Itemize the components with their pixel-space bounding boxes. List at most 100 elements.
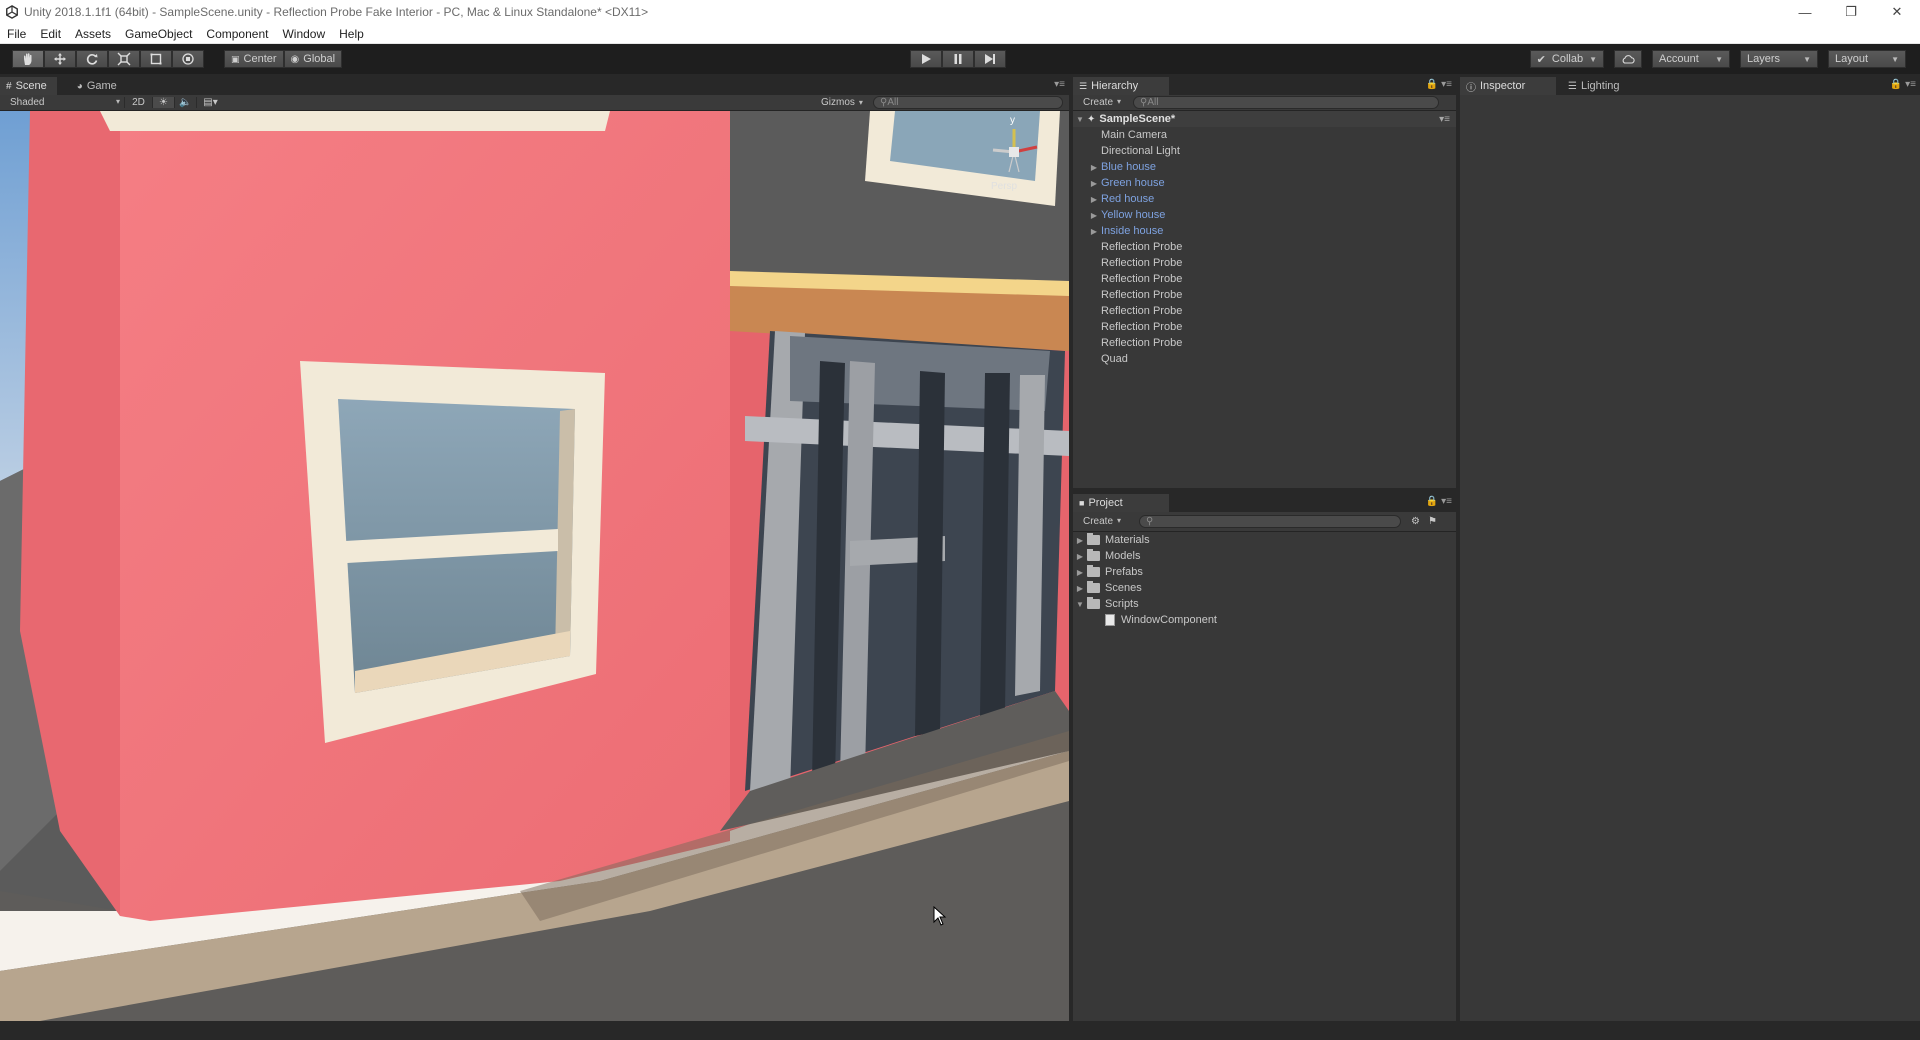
expand-arrow-icon[interactable]: ▼ bbox=[1073, 600, 1087, 609]
gizmos-dropdown[interactable]: Gizmos ▾ bbox=[821, 97, 873, 108]
shading-label: Shaded bbox=[10, 97, 45, 108]
scene-root-row[interactable]: ▼ ✦ SampleScene* ▾≡ bbox=[1073, 111, 1456, 127]
rect-tool-icon[interactable] bbox=[140, 50, 172, 68]
menu-window[interactable]: Window bbox=[275, 27, 332, 41]
scene-search-input[interactable]: ⚲ All bbox=[873, 96, 1063, 109]
pivot-center-button[interactable]: ▣ Center bbox=[224, 50, 284, 68]
orientation-gizmo[interactable]: y Persp bbox=[979, 115, 1049, 197]
cloud-icon bbox=[1622, 54, 1635, 64]
audio-toggle-icon[interactable]: 🔈 bbox=[174, 97, 196, 108]
hierarchy-item[interactable]: Reflection Probe bbox=[1073, 319, 1456, 335]
persp-label[interactable]: Persp bbox=[991, 181, 1017, 192]
project-folder-row[interactable]: ▶ Materials bbox=[1073, 532, 1456, 548]
lighting-icon: ☰ bbox=[1568, 80, 1577, 92]
scene-viewport[interactable]: y Persp bbox=[0, 111, 1069, 1021]
layers-dropdown[interactable]: Layers ▼ bbox=[1740, 50, 1818, 68]
hierarchy-item[interactable]: Main Camera bbox=[1073, 127, 1456, 143]
hierarchy-item[interactable]: Directional Light bbox=[1073, 143, 1456, 159]
minimize-icon[interactable]: — bbox=[1782, 0, 1828, 24]
shading-dropdown[interactable]: Shaded ▾ bbox=[0, 97, 124, 108]
expand-arrow-icon[interactable]: ▶ bbox=[1087, 227, 1101, 236]
move-tool-icon[interactable] bbox=[44, 50, 76, 68]
hierarchy-item[interactable]: Quad bbox=[1073, 351, 1456, 367]
layout-dropdown[interactable]: Layout ▼ bbox=[1828, 50, 1906, 68]
hierarchy-search-input[interactable]: ⚲ All bbox=[1133, 96, 1439, 109]
pivot-global-button[interactable]: ◉ Global bbox=[283, 50, 343, 68]
tab-game[interactable]: ◕ Game bbox=[71, 77, 127, 95]
expand-arrow-icon[interactable]: ▶ bbox=[1073, 568, 1087, 577]
hierarchy-item[interactable]: Reflection Probe bbox=[1073, 287, 1456, 303]
hierarchy-item[interactable]: Reflection Probe bbox=[1073, 303, 1456, 319]
hierarchy-item[interactable]: Reflection Probe bbox=[1073, 335, 1456, 351]
project-list: ▶ Materials ▶ Models ▶ Prefabs ▶ Scenes ▼ Scripts… bbox=[1073, 532, 1456, 628]
close-icon[interactable]: ✕ bbox=[1874, 0, 1920, 24]
menu-assets[interactable]: Assets bbox=[68, 27, 118, 41]
hierarchy-item[interactable]: ▶ Yellow house bbox=[1073, 207, 1456, 223]
search-icon: ⚲ bbox=[880, 97, 888, 108]
panel-menu-icon[interactable]: 🔒 ▾≡ bbox=[1426, 79, 1452, 90]
tab-hierarchy[interactable]: ☰ Hierarchy bbox=[1073, 77, 1169, 95]
menu-file[interactable]: File bbox=[0, 27, 33, 41]
transform-tool-icon[interactable] bbox=[172, 50, 204, 68]
panel-menu-icon[interactable]: ▾≡ bbox=[1054, 79, 1065, 90]
search-icon: ⚲ bbox=[1140, 97, 1148, 108]
tab-inspector[interactable]: ⓘ Inspector bbox=[1460, 77, 1556, 95]
play-button[interactable] bbox=[910, 50, 942, 68]
filter-by-type-icon[interactable]: ⚙ bbox=[1411, 516, 1420, 527]
hierarchy-item[interactable]: ▶ Inside house bbox=[1073, 223, 1456, 239]
expand-arrow-icon[interactable]: ▶ bbox=[1073, 536, 1087, 545]
project-create-dropdown[interactable]: Create ▾ bbox=[1073, 516, 1139, 527]
inspector-panel: ⓘ Inspector ☰ Lighting 🔒 ▾≡ bbox=[1460, 75, 1920, 1021]
project-folder-row[interactable]: ▶ Prefabs bbox=[1073, 564, 1456, 580]
expand-arrow-icon[interactable]: ▶ bbox=[1073, 584, 1087, 593]
expand-arrow-icon[interactable]: ▶ bbox=[1087, 211, 1101, 220]
scene-menu-icon[interactable]: ▾≡ bbox=[1439, 114, 1450, 125]
account-dropdown[interactable]: Account ▼ bbox=[1652, 50, 1730, 68]
cloud-button[interactable] bbox=[1614, 50, 1642, 68]
caret-down-icon: ▾ bbox=[1117, 516, 1122, 525]
hierarchy-item[interactable]: ▶ Red house bbox=[1073, 191, 1456, 207]
account-label: Account bbox=[1659, 53, 1699, 65]
effects-dropdown-icon[interactable]: ▤▾ bbox=[196, 97, 224, 108]
hierarchy-item[interactable]: Reflection Probe bbox=[1073, 239, 1456, 255]
project-search-input[interactable]: ⚲ bbox=[1139, 515, 1401, 528]
rotate-tool-icon[interactable] bbox=[76, 50, 108, 68]
hierarchy-item[interactable]: Reflection Probe bbox=[1073, 255, 1456, 271]
scene-panel: # Scene ◕ Game ▾≡ Shaded ▾ 2D ☀ 🔈 ▤▾ Giz… bbox=[0, 75, 1069, 1021]
hierarchy-item[interactable]: ▶ Green house bbox=[1073, 175, 1456, 191]
restore-icon[interactable]: ❐ bbox=[1828, 0, 1874, 24]
expand-arrow-icon[interactable]: ▶ bbox=[1073, 552, 1087, 561]
menu-gameobject[interactable]: GameObject bbox=[118, 27, 199, 41]
transform-tools bbox=[12, 50, 204, 68]
lighting-toggle-icon[interactable]: ☀ bbox=[152, 97, 174, 108]
expand-arrow-icon[interactable]: ▶ bbox=[1087, 195, 1101, 204]
expand-arrow-icon[interactable]: ▼ bbox=[1073, 115, 1087, 124]
tab-lighting[interactable]: ☰ Lighting bbox=[1562, 77, 1630, 95]
pivot-icon: ▣ bbox=[231, 53, 240, 64]
expand-arrow-icon[interactable]: ▶ bbox=[1087, 163, 1101, 172]
menu-edit[interactable]: Edit bbox=[33, 27, 68, 41]
project-folder-row[interactable]: ▶ Models bbox=[1073, 548, 1456, 564]
scale-tool-icon[interactable] bbox=[108, 50, 140, 68]
tab-scene[interactable]: # Scene bbox=[0, 77, 57, 95]
playback-controls bbox=[910, 50, 1006, 68]
expand-arrow-icon[interactable]: ▶ bbox=[1087, 179, 1101, 188]
hierarchy-create-dropdown[interactable]: Create ▾ bbox=[1073, 97, 1133, 108]
hierarchy-item[interactable]: ▶ Blue house bbox=[1073, 159, 1456, 175]
pause-button[interactable] bbox=[942, 50, 974, 68]
project-folder-row[interactable]: ▶ Scenes bbox=[1073, 580, 1456, 596]
hand-tool-icon[interactable] bbox=[12, 50, 44, 68]
menu-help[interactable]: Help bbox=[332, 27, 371, 41]
panel-menu-icon[interactable]: 🔒 ▾≡ bbox=[1890, 79, 1916, 90]
menu-component[interactable]: Component bbox=[199, 27, 275, 41]
collab-label: Collab bbox=[1551, 53, 1584, 65]
panel-menu-icon[interactable]: 🔒 ▾≡ bbox=[1426, 496, 1452, 507]
project-folder-row[interactable]: ▼ Scripts bbox=[1073, 596, 1456, 612]
step-button[interactable] bbox=[974, 50, 1006, 68]
2d-toggle[interactable]: 2D bbox=[124, 97, 152, 108]
hierarchy-item[interactable]: Reflection Probe bbox=[1073, 271, 1456, 287]
project-script-row[interactable]: WindowComponent bbox=[1073, 612, 1456, 628]
filter-by-label-icon[interactable]: ⚑ bbox=[1428, 516, 1437, 527]
collab-dropdown[interactable]: ✔ Collab ▼ bbox=[1529, 50, 1604, 68]
tab-project[interactable]: ■ Project bbox=[1073, 494, 1169, 512]
